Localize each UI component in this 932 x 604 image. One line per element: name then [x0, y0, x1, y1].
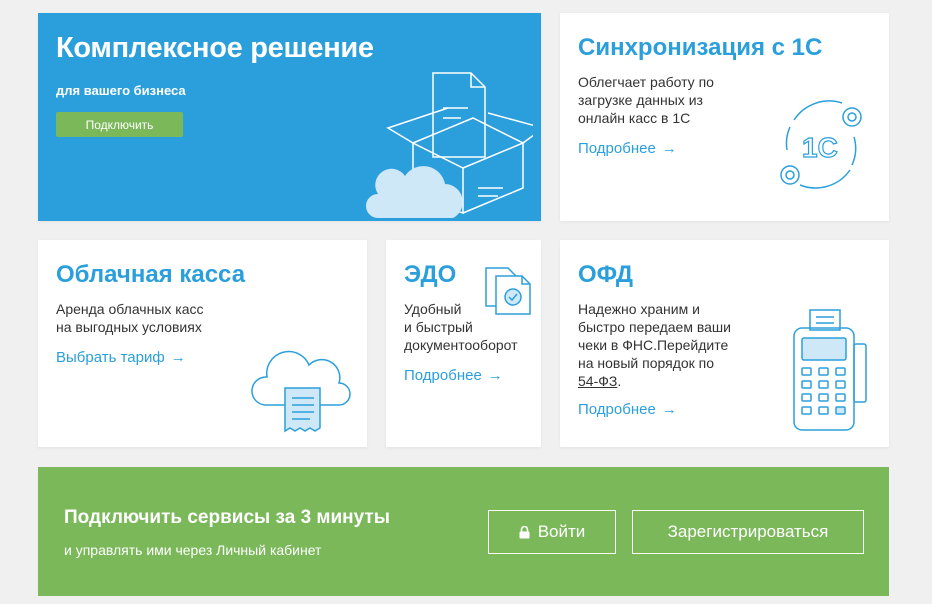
svg-text:1C: 1C	[802, 132, 838, 163]
card-sync-1c: Синхронизация с 1С Облегчает работу по з…	[560, 13, 889, 221]
card-edo: ЭДО Удобный и быстрый документооборот По…	[386, 240, 541, 447]
card-title: ОФД	[578, 261, 634, 288]
arrow-right-icon: →	[661, 140, 677, 157]
ofd-more-link[interactable]: Подробнее →	[578, 401, 677, 418]
login-button[interactable]: Войти	[488, 510, 616, 554]
card-text: Удобный и быстрый документооборот	[404, 301, 518, 353]
arrow-right-icon: →	[170, 349, 186, 366]
sync-more-link[interactable]: Подробнее →	[578, 140, 677, 157]
hero-subtitle: для вашего бизнеса	[56, 83, 186, 98]
card-cloud-cash: Облачная касса Аренда облачных касс на в…	[38, 240, 367, 447]
cloud-receipt-icon	[250, 350, 355, 435]
card-title: Синхронизация с 1С	[578, 34, 823, 61]
card-text: Облегчает работу по загрузке данных из о…	[578, 74, 714, 126]
law-54fz-link[interactable]: 54-ФЗ	[578, 373, 617, 389]
pos-terminal-icon	[790, 308, 870, 433]
choose-tariff-link[interactable]: Выбрать тариф →	[56, 349, 186, 366]
arrow-right-icon: →	[487, 367, 503, 384]
hero-banner: Комплексное решение для вашего бизнеса П…	[38, 13, 541, 221]
hero-title: Комплексное решение	[56, 32, 374, 64]
signup-title: Подключить сервисы за 3 минуты	[64, 507, 390, 528]
card-text: Аренда облачных касс на выгодных условия…	[56, 301, 204, 335]
arrow-right-icon: →	[661, 401, 677, 418]
card-ofd: ОФД Надежно храним и быстро передаем ваш…	[560, 240, 889, 447]
signup-banner: Подключить сервисы за 3 минуты и управля…	[38, 467, 889, 596]
card-title: ЭДО	[404, 261, 457, 288]
sync-1c-icon: 1C	[772, 95, 872, 195]
signup-subtitle: и управлять ими через Личный кабинет	[64, 542, 322, 558]
box-cloud-illustration-icon	[358, 68, 533, 218]
register-button[interactable]: Зарегистрироваться	[632, 510, 864, 554]
lock-icon	[519, 525, 530, 539]
card-title: Облачная касса	[56, 261, 246, 288]
card-text: Надежно храним и быстро передаем ваши че…	[578, 301, 731, 389]
connect-button[interactable]: Подключить	[56, 112, 183, 137]
edo-more-link[interactable]: Подробнее →	[404, 367, 503, 384]
